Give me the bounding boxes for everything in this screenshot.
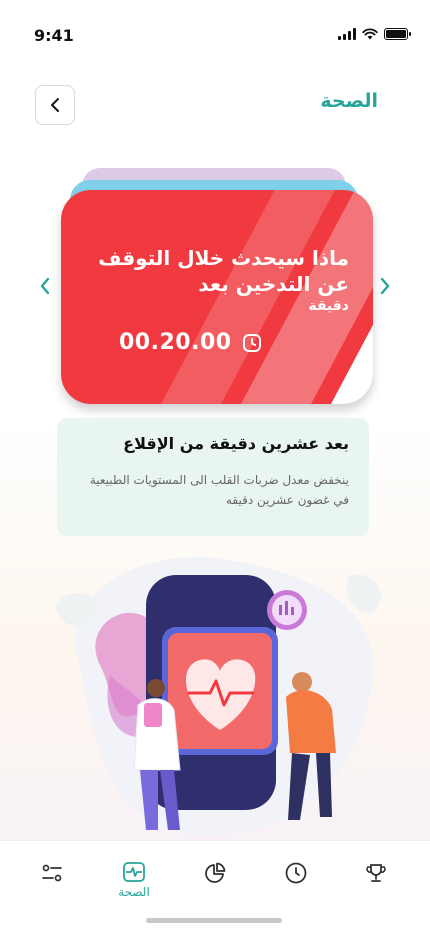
card-unit-label: دقيقة — [308, 298, 349, 314]
nav-item-statistics[interactable] — [190, 861, 240, 885]
next-card-button[interactable] — [374, 272, 396, 300]
card-timer: 00.20.00 — [119, 330, 262, 355]
chevron-left-icon — [40, 277, 50, 295]
nav-item-settings[interactable] — [27, 861, 77, 885]
nav-item-achievements[interactable] — [351, 861, 401, 885]
nav-item-timer[interactable] — [271, 861, 321, 885]
settings-sliders-icon — [42, 864, 62, 882]
clock-icon — [242, 333, 261, 352]
status-icons — [338, 28, 411, 40]
info-panel: بعد عشرين دقيقة من الإقلاع ينخفض معدل ضر… — [57, 418, 369, 536]
timer-value: 00.20.00 — [119, 330, 232, 355]
pie-chart-icon — [205, 862, 226, 883]
page-title: الصحة — [320, 90, 378, 112]
nav-label-health: الصحة — [118, 885, 150, 899]
back-button[interactable] — [35, 85, 75, 125]
nav-item-health[interactable]: الصحة — [109, 861, 159, 899]
card-title: ماذا سيحدث خلال التوقف عن التدخين بعد — [98, 246, 349, 296]
battery-icon — [384, 28, 411, 40]
previous-card-button[interactable] — [34, 272, 56, 300]
smartwatch-heart-illustration — [55, 556, 381, 835]
info-description: ينخفض معدل ضربات القلب الى المستويات الط… — [89, 473, 349, 507]
status-bar: 9:41 — [0, 0, 430, 60]
info-title: بعد عشرين دقيقة من الإقلاع — [123, 434, 349, 453]
trophy-icon — [366, 864, 386, 882]
home-indicator — [146, 918, 282, 923]
signal-icon — [338, 28, 356, 40]
health-icon — [123, 862, 145, 882]
quit-timer-card[interactable]: ماذا سيحدث خلال التوقف عن التدخين بعد دق… — [61, 190, 373, 404]
chevron-left-icon — [51, 98, 59, 112]
chevron-right-icon — [380, 277, 390, 295]
status-time: 9:41 — [34, 26, 74, 45]
clock-icon — [285, 862, 307, 884]
wifi-icon — [362, 28, 378, 40]
